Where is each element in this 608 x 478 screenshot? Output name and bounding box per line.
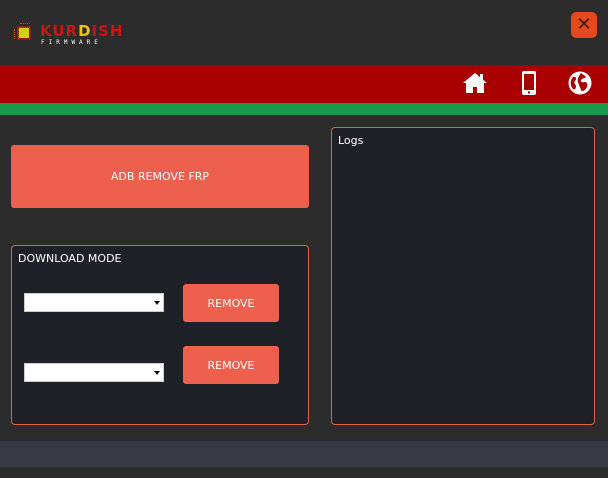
logo-subtitle: FIRMWARE [41,39,102,46]
adb-remove-frp-button[interactable]: ADB REMOVE FRP [11,145,309,208]
download-mode-panel: DOWNLOAD MODE REMOVE REMOVE [11,245,309,425]
globe-icon[interactable] [567,70,593,96]
download-mode-title: DOWNLOAD MODE [18,252,122,265]
logo-text-part-2: D [78,22,92,40]
app-logo: KURDISH FIRMWARE [14,22,129,50]
dropdown-arrow-icon [154,371,160,375]
phone-icon[interactable] [516,70,542,96]
download-mode-select-2[interactable] [24,363,164,382]
logo-text: KURDISH [40,22,124,40]
accent-stripe [0,103,608,115]
home-icon[interactable] [462,70,488,96]
remove-button-1-label: REMOVE [207,296,255,310]
logo-text-part-3: ISH [91,22,124,40]
adb-remove-frp-label: ADB REMOVE FRP [110,170,210,183]
download-mode-select-1[interactable] [24,293,164,312]
remove-button-2-label: REMOVE [207,358,255,372]
status-bar [0,441,608,467]
dropdown-arrow-icon [154,301,160,305]
remove-button-1[interactable]: REMOVE [183,284,279,322]
close-button[interactable]: ✕ [571,12,597,38]
logs-title: Logs [338,134,364,147]
chip-icon [14,23,31,40]
bottom-edge [0,467,608,478]
logs-panel[interactable]: Logs [331,127,595,425]
close-icon: ✕ [576,14,592,35]
title-bar: KURDISH FIRMWARE ✕ [0,0,608,65]
logo-text-part-1: KUR [40,22,79,40]
remove-button-2[interactable]: REMOVE [183,346,279,384]
